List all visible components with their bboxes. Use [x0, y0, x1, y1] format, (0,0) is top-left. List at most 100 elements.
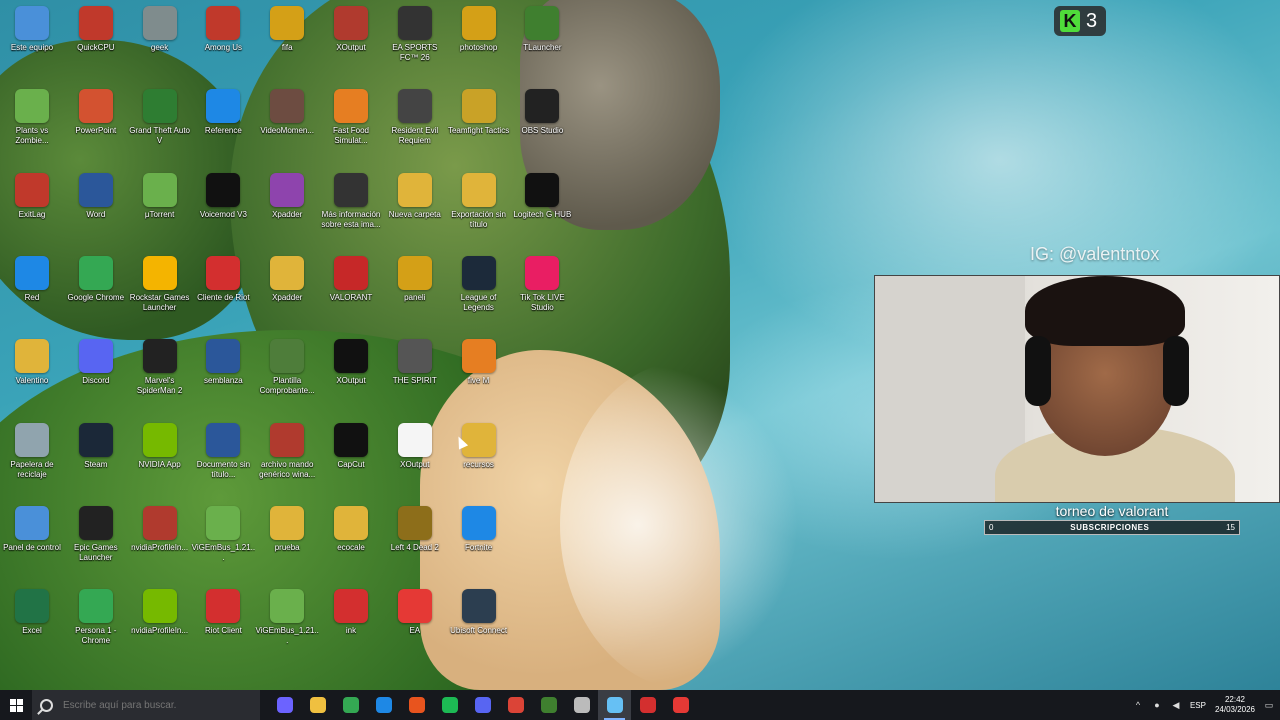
desktop-icon[interactable]: ink: [319, 585, 383, 665]
recycle-bin-icon: [15, 422, 49, 457]
desktop-icon[interactable]: ViGEmBus_1.21...: [191, 502, 255, 582]
desktop-icon[interactable]: Fast Food Simulat...: [319, 85, 383, 165]
desktop-icon[interactable]: ExitLag: [0, 169, 64, 249]
desktop-icon[interactable]: Valentino: [0, 335, 64, 415]
desktop-icon[interactable]: Cliente de Riot: [191, 252, 255, 332]
desktop-icon[interactable]: THE SPIRIT: [383, 335, 447, 415]
taskbar-app[interactable]: [565, 690, 598, 720]
desktop-icon[interactable]: photoshop: [447, 2, 511, 82]
desktop-icon[interactable]: μTorrent: [128, 169, 192, 249]
desktop-icon[interactable]: Discord: [64, 335, 128, 415]
desktop-icon[interactable]: paneli: [383, 252, 447, 332]
desktop-icon[interactable]: Teamfight Tactics: [447, 85, 511, 165]
desktop-icon[interactable]: Este equipo: [0, 2, 64, 82]
chevron-up-icon[interactable]: ^: [1133, 700, 1143, 710]
desktop-icon[interactable]: Steam: [64, 419, 128, 499]
search-input[interactable]: [61, 698, 255, 712]
desktop-icon[interactable]: Xpadder: [255, 252, 319, 332]
desktop-icon[interactable]: prueba: [255, 502, 319, 582]
taskbar-app[interactable]: [400, 690, 433, 720]
start-button[interactable]: [0, 690, 32, 720]
taskbar-app[interactable]: [367, 690, 400, 720]
desktop-icon[interactable]: Nueva carpeta: [383, 169, 447, 249]
desktop-icon[interactable]: Resident Evil Requiem: [383, 85, 447, 165]
desktop-icon[interactable]: VideoMomen...: [255, 85, 319, 165]
desktop-icon[interactable]: ViGEmBus_1.21...: [255, 585, 319, 665]
desktop-icon[interactable]: Más información sobre esta ima...: [319, 169, 383, 249]
desktop-icon[interactable]: Exportación sin título: [447, 169, 511, 249]
fivem-icon: [461, 339, 496, 374]
desktop-icon[interactable]: League of Legends: [447, 252, 511, 332]
desktop-icon[interactable]: Excel: [0, 585, 64, 665]
desktop-icon[interactable]: VALORANT: [319, 252, 383, 332]
clock[interactable]: 22:42 24/03/2026: [1215, 695, 1255, 715]
desktop-icon[interactable]: Papelera de reciclaje: [0, 419, 64, 499]
taskbar-app[interactable]: [631, 690, 664, 720]
desktop-icon[interactable]: Word: [64, 169, 128, 249]
desktop-icon[interactable]: Voicemod V3: [191, 169, 255, 249]
desktop-icon[interactable]: semblanza: [191, 335, 255, 415]
desktop-icon[interactable]: XOutput: [319, 2, 383, 82]
desktop-icon[interactable]: Left 4 Dead 2: [383, 502, 447, 582]
desktop-icon[interactable]: Marvel's SpiderMan 2: [128, 335, 192, 415]
taskbar-app[interactable]: [334, 690, 367, 720]
taskbar-app[interactable]: [499, 690, 532, 720]
desktop-icon[interactable]: PowerPoint: [64, 85, 128, 165]
taskbar-app[interactable]: [532, 690, 565, 720]
desktop-icon[interactable]: EA SPORTS FC™ 26: [383, 2, 447, 82]
desktop-icon[interactable]: Tik Tok LIVE Studio: [510, 252, 574, 332]
desktop-icon[interactable]: nvidiaProfileIn...: [128, 585, 192, 665]
taskbar-app[interactable]: [664, 690, 697, 720]
desktop-icon[interactable]: XOutput: [383, 419, 447, 499]
desktop-icon[interactable]: Fortnite: [447, 502, 511, 582]
desktop-icon[interactable]: XOutput: [319, 335, 383, 415]
desktop-icon[interactable]: Rockstar Games Launcher: [128, 252, 192, 332]
desktop-icon-label: Más información sobre esta ima...: [321, 209, 381, 229]
desktop-icon[interactable]: ecocale: [319, 502, 383, 582]
desktop-icon[interactable]: Grand Theft Auto V: [128, 85, 192, 165]
taskbar-app[interactable]: [433, 690, 466, 720]
taskbar-app[interactable]: [301, 690, 334, 720]
game-icon: [334, 89, 368, 124]
desktop-icon[interactable]: archivo mando genérico wina...: [255, 419, 319, 499]
powerpoint-icon: [78, 89, 113, 124]
desktop-icon[interactable]: fifa: [255, 2, 319, 82]
desktop-icon[interactable]: Red: [0, 252, 64, 332]
taskbar-search[interactable]: [32, 690, 260, 720]
desktop-icon[interactable]: Google Chrome: [64, 252, 128, 332]
tlauncher-icon: [525, 6, 560, 40]
desktop-icon[interactable]: Plants vs Zombie...: [0, 85, 64, 165]
taskbar-app[interactable]: [466, 690, 499, 720]
desktop-icon[interactable]: Epic Games Launcher: [64, 502, 128, 582]
desktop-icon[interactable]: Xpadder: [255, 169, 319, 249]
desktop-icon[interactable]: Reference: [191, 85, 255, 165]
desktop-icon[interactable]: Among Us: [191, 2, 255, 82]
desktop-icon-label: OBS Studio: [521, 126, 564, 136]
desktop-icon[interactable]: Persona 1 - Chrome: [64, 585, 128, 665]
microphone-icon[interactable]: ●: [1152, 700, 1162, 710]
desktop-icon[interactable]: nvidiaProfileIn...: [128, 502, 192, 582]
desktop-icon[interactable]: TLauncher: [510, 2, 574, 82]
desktop-icon[interactable]: Plantilla Comprobante...: [255, 335, 319, 415]
taskbar-app[interactable]: [598, 690, 631, 720]
desktop-icon-label: Epic Games Launcher: [74, 542, 118, 562]
folder-icon: [270, 255, 305, 290]
desktop-icon[interactable]: geek: [128, 2, 192, 82]
desktop-icon-label: XOutput: [400, 459, 430, 469]
desktop-icon[interactable]: Panel de control: [0, 502, 64, 582]
desktop-icon[interactable]: Logitech G HUB: [510, 169, 574, 249]
desktop-icon[interactable]: QuickCPU: [64, 2, 128, 82]
desktop-icon[interactable]: NVIDIA App: [128, 419, 192, 499]
desktop-icon[interactable]: OBS Studio: [510, 85, 574, 165]
desktop-icon[interactable]: EA: [383, 585, 447, 665]
desktop-icon[interactable]: Documento sin título...: [191, 419, 255, 499]
volume-icon[interactable]: ◀: [1171, 700, 1181, 710]
desktop-icon[interactable]: Ubisoft Connect: [447, 585, 511, 665]
desktop-icon[interactable]: CapCut: [319, 419, 383, 499]
notifications-icon[interactable]: ▭: [1264, 700, 1274, 710]
language-indicator[interactable]: ESP: [1190, 701, 1206, 710]
desktop-icon[interactable]: Riot Client: [191, 585, 255, 665]
desktop-icon[interactable]: recursos: [447, 419, 511, 499]
taskbar-app[interactable]: [268, 690, 301, 720]
desktop-icon[interactable]: five M: [447, 335, 511, 415]
